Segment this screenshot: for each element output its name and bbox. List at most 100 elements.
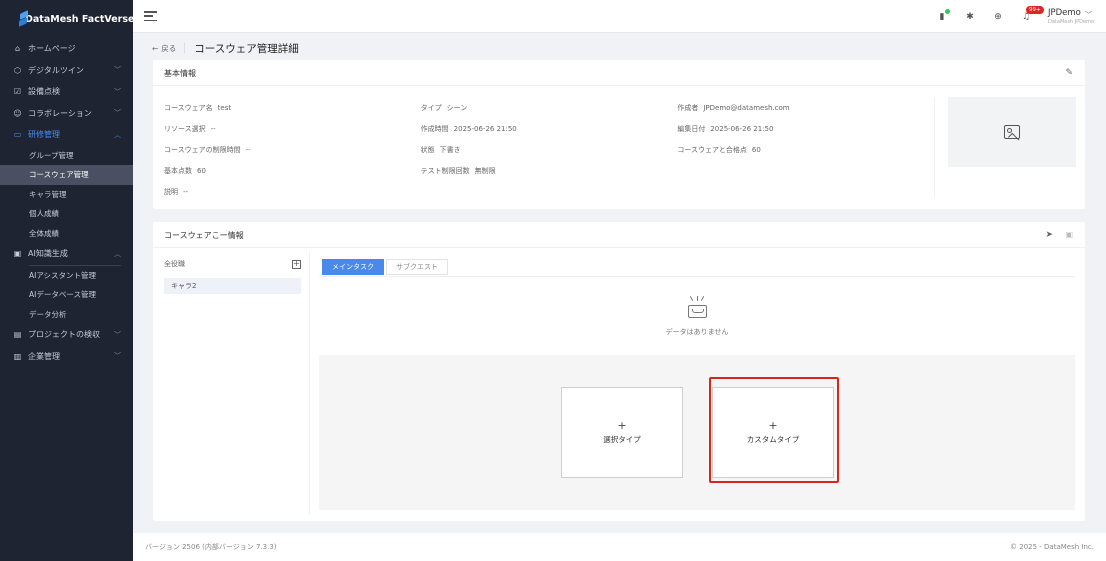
sidebar-subitem-courseware[interactable]: コースウェア管理 — [0, 165, 133, 185]
divider — [309, 252, 310, 514]
info-cell: 状態 下書き — [421, 145, 678, 155]
info-value: -- — [210, 125, 216, 134]
image-icon — [1004, 125, 1020, 139]
info-value: test — [217, 104, 232, 113]
brand-name: DataMesh FactVerse — [25, 13, 135, 25]
info-row: 説明 -- — [164, 181, 934, 202]
info-row: リソース選択 -- 作成時間 2025-06-26 21:50 編集日付 2025-06-… — [164, 119, 934, 140]
sidebar-subitem-data-analysis[interactable]: データ分析 — [0, 305, 133, 325]
sidebar-item-training[interactable]: ▭ 研修管理 ︿ — [0, 124, 133, 146]
info-cell: タイプ シーン — [421, 103, 678, 113]
empty-text: データはありません — [665, 328, 729, 336]
task-tabs: メインタスク サブクエスト — [322, 259, 448, 275]
custom-type-button[interactable]: + カスタムタイプ — [712, 387, 834, 478]
info-label: 編集日付 — [677, 125, 706, 134]
sidebar-item-enterprise[interactable]: ▥ 企業管理 ﹀ — [0, 346, 133, 368]
sidebar-nav: ⌂ ホームページ ⬡ デジタルツイン ﹀ ☑ 設備点検 ﹀ ☺ コラボレーション… — [0, 38, 133, 367]
info-label: テスト制限回数 — [420, 166, 470, 175]
calendar-icon: ▤ — [13, 330, 22, 340]
arrow-left-icon: ← — [152, 43, 159, 53]
chevron-up-icon: ︿ — [114, 249, 121, 258]
sidebar-item-label: 研修管理 — [28, 130, 60, 140]
sidebar-item-project-acceptance[interactable]: ▤ プロジェクトの検収 ﹀ — [0, 324, 133, 346]
divider — [934, 97, 935, 197]
divider — [184, 43, 186, 53]
sidebar-item-collaboration[interactable]: ☺ コラボレーション ﹀ — [0, 103, 133, 125]
back-button[interactable]: ← 戻る — [152, 43, 176, 54]
bell-icon[interactable]: ♫ 99+ — [1012, 5, 1044, 22]
brand[interactable]: DataMesh FactVerse — [0, 0, 135, 38]
info-cell: テスト制限回数 無制限 — [421, 166, 678, 176]
plus-icon: + — [768, 419, 778, 432]
divider — [153, 85, 1085, 86]
info-label: 説明 — [164, 187, 178, 196]
robot-icon[interactable]: ✱ — [956, 12, 984, 22]
info-cell — [677, 188, 934, 196]
tab-main-task[interactable]: メインタスク — [322, 259, 384, 275]
select-type-button[interactable]: + 選択タイプ — [561, 387, 683, 478]
role-list: 全役職 + キャラ2 — [164, 257, 301, 294]
custom-type-label: カスタムタイプ — [746, 435, 800, 444]
sidebar-item-home[interactable]: ⌂ ホームページ — [0, 38, 133, 60]
users-icon: ☺ — [13, 108, 22, 118]
footer: バージョン 2506 (内部バージョン 7.3.3) © 2025 - Data… — [133, 533, 1106, 561]
role-item[interactable]: キャラ2 — [164, 278, 301, 294]
sidebar-item-label: ホームページ — [28, 44, 76, 54]
select-type-label: 選択タイプ — [603, 435, 641, 444]
info-row: 基本点数 60 テスト制限回数 無制限 — [164, 160, 934, 181]
task-icon[interactable]: ▮ — [928, 8, 956, 22]
sidebar-subitem-group[interactable]: グループ管理 — [0, 146, 133, 166]
save-icon[interactable]: ▣ — [1065, 230, 1073, 239]
sidebar-subitem-ai-assistant[interactable]: AIアシスタント管理 — [0, 266, 133, 286]
info-label: 基本点数 — [164, 166, 192, 175]
globe-icon[interactable]: ⊕ — [984, 12, 1012, 22]
cube-icon: ⬡ — [14, 65, 21, 75]
send-icon[interactable]: ➤ — [1045, 230, 1053, 240]
sidebar-item-ai-knowledge[interactable]: ▣ AI知識生成 ︿ — [0, 243, 133, 265]
info-label: コースウェア名 — [164, 104, 213, 113]
sidebar: DataMesh FactVerse ⌂ ホームページ ⬡ デジタルツイン ﹀ … — [0, 0, 135, 561]
info-label: 作成者 — [677, 104, 699, 113]
sidebar-subitem-ai-database[interactable]: AIデータベース管理 — [0, 285, 133, 305]
add-role-button[interactable]: + — [292, 259, 301, 269]
user-menu[interactable]: JPDemo DataMesh JPDemo ﹀ — [1040, 8, 1106, 25]
back-label: 戻る — [161, 43, 177, 53]
info-cell: リソース選択 -- — [164, 124, 421, 134]
info-label: 作成時間 — [420, 125, 449, 134]
basic-info-card: 基本情報 ✎ コースウェア名 test タイプ シーン 作成者 JPDemo@datame… — [153, 60, 1085, 209]
sidebar-subitem-character[interactable]: キャラ管理 — [0, 185, 133, 205]
info-cell — [677, 167, 934, 175]
info-row: コースウェアの制限時間 -- 状態 下書き コースウェアと合格点 60 — [164, 140, 934, 161]
edit-icon[interactable]: ✎ — [1065, 68, 1073, 78]
info-cell: 作成時間 2025-06-26 21:50 — [421, 124, 678, 134]
chevron-down-icon: ﹀ — [114, 66, 121, 75]
cover-image-placeholder[interactable] — [948, 97, 1076, 167]
tab-sub-quest[interactable]: サブクエスト — [386, 259, 448, 275]
sidebar-item-label: デジタルツイン — [28, 65, 84, 75]
card-title: 基本情報 — [164, 69, 196, 78]
sidebar-item-digital-twin[interactable]: ⬡ デジタルツイン ﹀ — [0, 60, 133, 82]
divider — [319, 276, 1075, 277]
info-grid: コースウェア名 test タイプ シーン 作成者 JPDemo@datamesh.com リ… — [164, 98, 934, 202]
role-list-title: 全役職 — [164, 260, 185, 268]
info-cell: 説明 -- — [164, 187, 421, 197]
sidebar-subitem-personal-score[interactable]: 個人成績 — [0, 204, 133, 224]
sidebar-subitem-overall-score[interactable]: 全体成績 — [0, 224, 133, 244]
chevron-down-icon: ﹀ — [114, 352, 121, 361]
info-label: リソース選択 — [164, 125, 206, 134]
menu-toggle-icon[interactable] — [144, 11, 157, 22]
info-value: -- — [245, 145, 251, 154]
info-value: 60 — [197, 166, 206, 175]
chevron-down-icon: ﹀ — [1085, 11, 1092, 19]
user-name: JPDemo — [1048, 8, 1081, 18]
plus-icon: + — [617, 419, 627, 432]
header-actions: ▮ ✱ ⊕ ♫ 99+ JPDemo DataMesh JPDemo ﹀ — [928, 0, 1106, 33]
copyright-text: © 2025 - DataMesh Inc. — [1010, 543, 1094, 551]
home-icon: ⌂ — [14, 44, 21, 54]
info-label: コースウェアと合格点 — [677, 145, 747, 154]
chevron-down-icon: ﹀ — [114, 109, 121, 118]
info-value: 2025-06-26 21:50 — [710, 125, 774, 134]
info-value: シーン — [446, 104, 468, 113]
sidebar-item-inspection[interactable]: ☑ 設備点検 ﹀ — [0, 81, 133, 103]
courseware-info-card: コースウェアこー情報 ➤ ▣ 全役職 + キャラ2 メインタスク サブクエスト … — [153, 222, 1085, 521]
